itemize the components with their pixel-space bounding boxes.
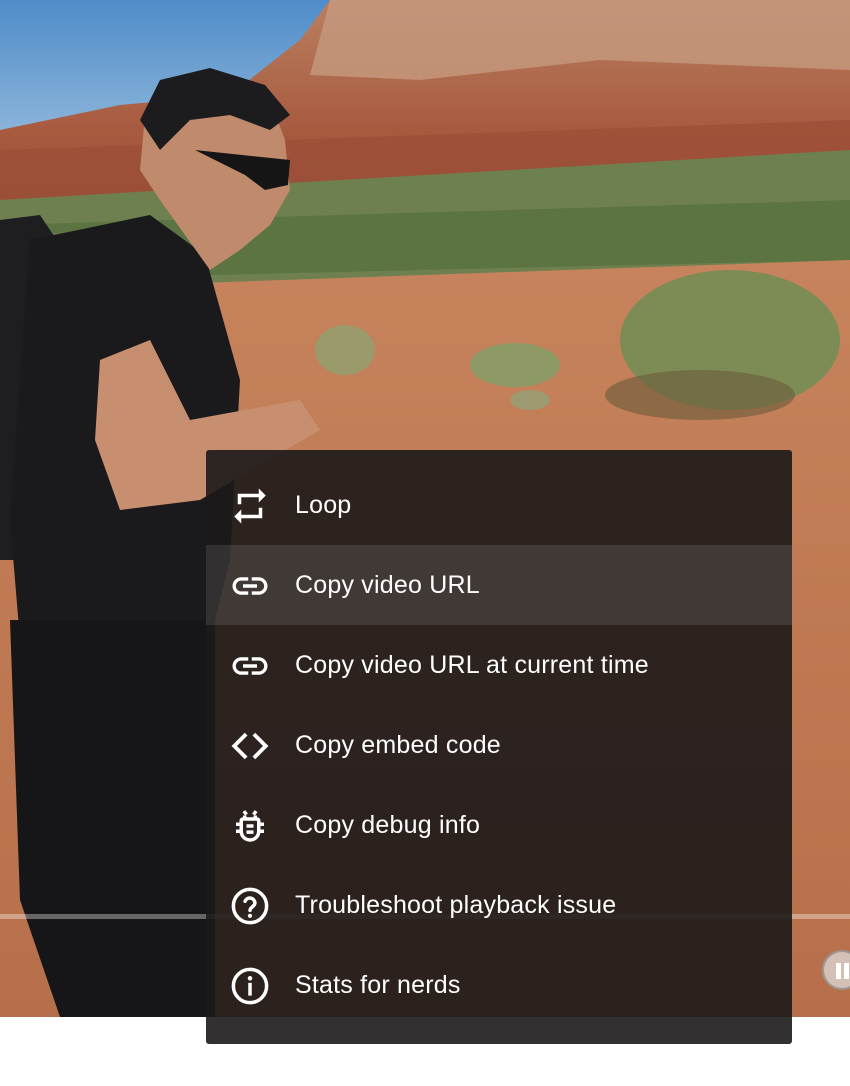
menu-item-copy-video-url-at-time[interactable]: Copy video URL at current time <box>206 625 792 705</box>
menu-item-stats-for-nerds[interactable]: Stats for nerds <box>206 945 792 1025</box>
pause-icon <box>836 963 841 979</box>
menu-item-loop[interactable]: Loop <box>206 465 792 545</box>
menu-item-label: Troubleshoot playback issue <box>295 891 617 919</box>
menu-item-label: Copy video URL at current time <box>295 651 649 679</box>
bug-icon <box>229 805 271 847</box>
menu-item-label: Stats for nerds <box>295 971 461 999</box>
menu-item-copy-debug-info[interactable]: Copy debug info <box>206 785 792 865</box>
page: Loop Copy video URL Copy video URL at cu… <box>0 0 850 1086</box>
link-icon <box>229 565 271 607</box>
menu-item-copy-embed-code[interactable]: Copy embed code <box>206 705 792 785</box>
loop-icon <box>229 485 271 527</box>
link-icon <box>229 645 271 687</box>
menu-item-label: Copy debug info <box>295 811 481 839</box>
menu-item-label: Copy video URL <box>295 571 480 599</box>
menu-item-label: Copy embed code <box>295 731 501 759</box>
help-circle-icon <box>229 885 271 927</box>
context-menu: Loop Copy video URL Copy video URL at cu… <box>206 450 792 1044</box>
code-icon <box>229 725 271 767</box>
menu-item-label: Loop <box>295 491 352 519</box>
menu-item-copy-video-url[interactable]: Copy video URL <box>206 545 792 625</box>
info-circle-icon <box>229 965 271 1007</box>
menu-item-troubleshoot[interactable]: Troubleshoot playback issue <box>206 865 792 945</box>
